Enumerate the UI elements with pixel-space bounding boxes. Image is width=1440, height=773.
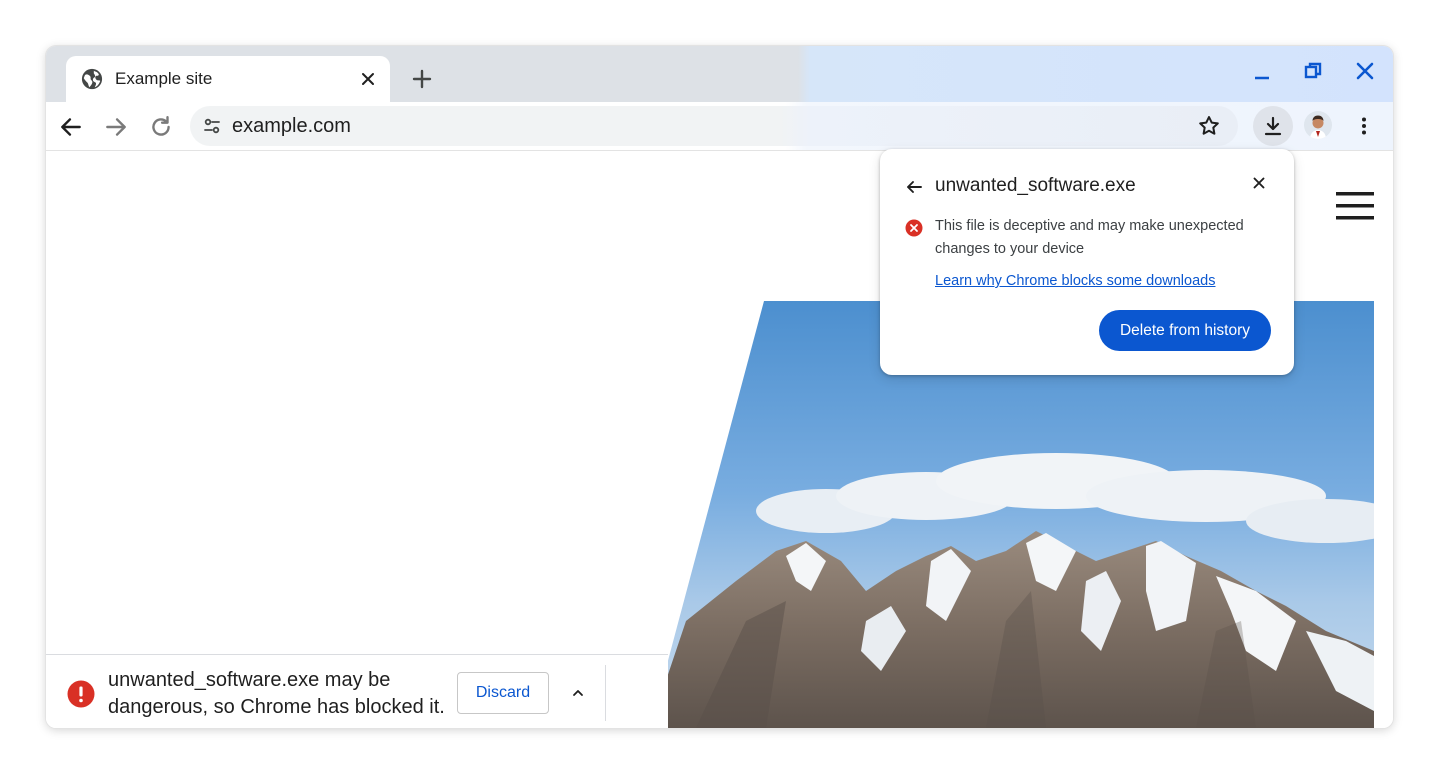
plus-icon[interactable] bbox=[410, 67, 434, 91]
error-icon bbox=[67, 680, 95, 708]
arrow-left-icon[interactable] bbox=[58, 114, 84, 140]
shelf-message: unwanted_software.exe may be dangerous, … bbox=[108, 669, 445, 718]
chevron-up-icon[interactable] bbox=[568, 683, 588, 703]
close-icon[interactable] bbox=[1249, 173, 1269, 193]
globe-icon bbox=[81, 68, 103, 90]
tab-strip: Example site bbox=[46, 46, 1393, 102]
discard-button[interactable]: Discard bbox=[457, 672, 549, 714]
star-icon[interactable] bbox=[1197, 114, 1221, 138]
download-shelf: unwanted_software.exe may be dangerous, … bbox=[46, 654, 668, 728]
download-filename: unwanted_software.exe bbox=[935, 175, 1136, 196]
avatar[interactable] bbox=[1304, 111, 1332, 139]
downloads-button[interactable] bbox=[1253, 106, 1293, 146]
close-window-icon[interactable] bbox=[1353, 59, 1377, 83]
tune-icon[interactable] bbox=[202, 116, 222, 136]
tab-title: Example site bbox=[115, 69, 213, 88]
hamburger-icon[interactable] bbox=[1336, 192, 1374, 220]
learn-more-link[interactable]: Learn why Chrome blocks some downloads bbox=[935, 271, 1215, 291]
minimize-icon[interactable] bbox=[1250, 59, 1274, 83]
arrow-left-icon[interactable] bbox=[904, 177, 924, 197]
url-text: example.com bbox=[232, 115, 351, 137]
download-bubble: unwanted_software.exe This file is decep… bbox=[880, 149, 1294, 375]
download-icon bbox=[1264, 116, 1282, 136]
reload-icon[interactable] bbox=[148, 114, 174, 140]
shelf-divider bbox=[605, 665, 606, 721]
close-icon[interactable] bbox=[358, 69, 378, 89]
arrow-right-icon[interactable] bbox=[103, 114, 129, 140]
address-bar[interactable]: example.com bbox=[190, 106, 1238, 146]
toolbar: example.com bbox=[46, 102, 1393, 151]
restore-icon[interactable] bbox=[1301, 59, 1325, 83]
delete-from-history-button[interactable]: Delete from history bbox=[1099, 310, 1271, 351]
warning-message: This file is deceptive and may make unex… bbox=[935, 218, 1244, 257]
browser-window: Example site example.com unwanted_softwa… bbox=[46, 46, 1393, 728]
error-icon bbox=[905, 219, 923, 237]
tab-example-site[interactable]: Example site bbox=[66, 56, 390, 102]
profile-picture bbox=[1304, 111, 1332, 139]
kebab-menu-icon[interactable] bbox=[1352, 114, 1376, 138]
